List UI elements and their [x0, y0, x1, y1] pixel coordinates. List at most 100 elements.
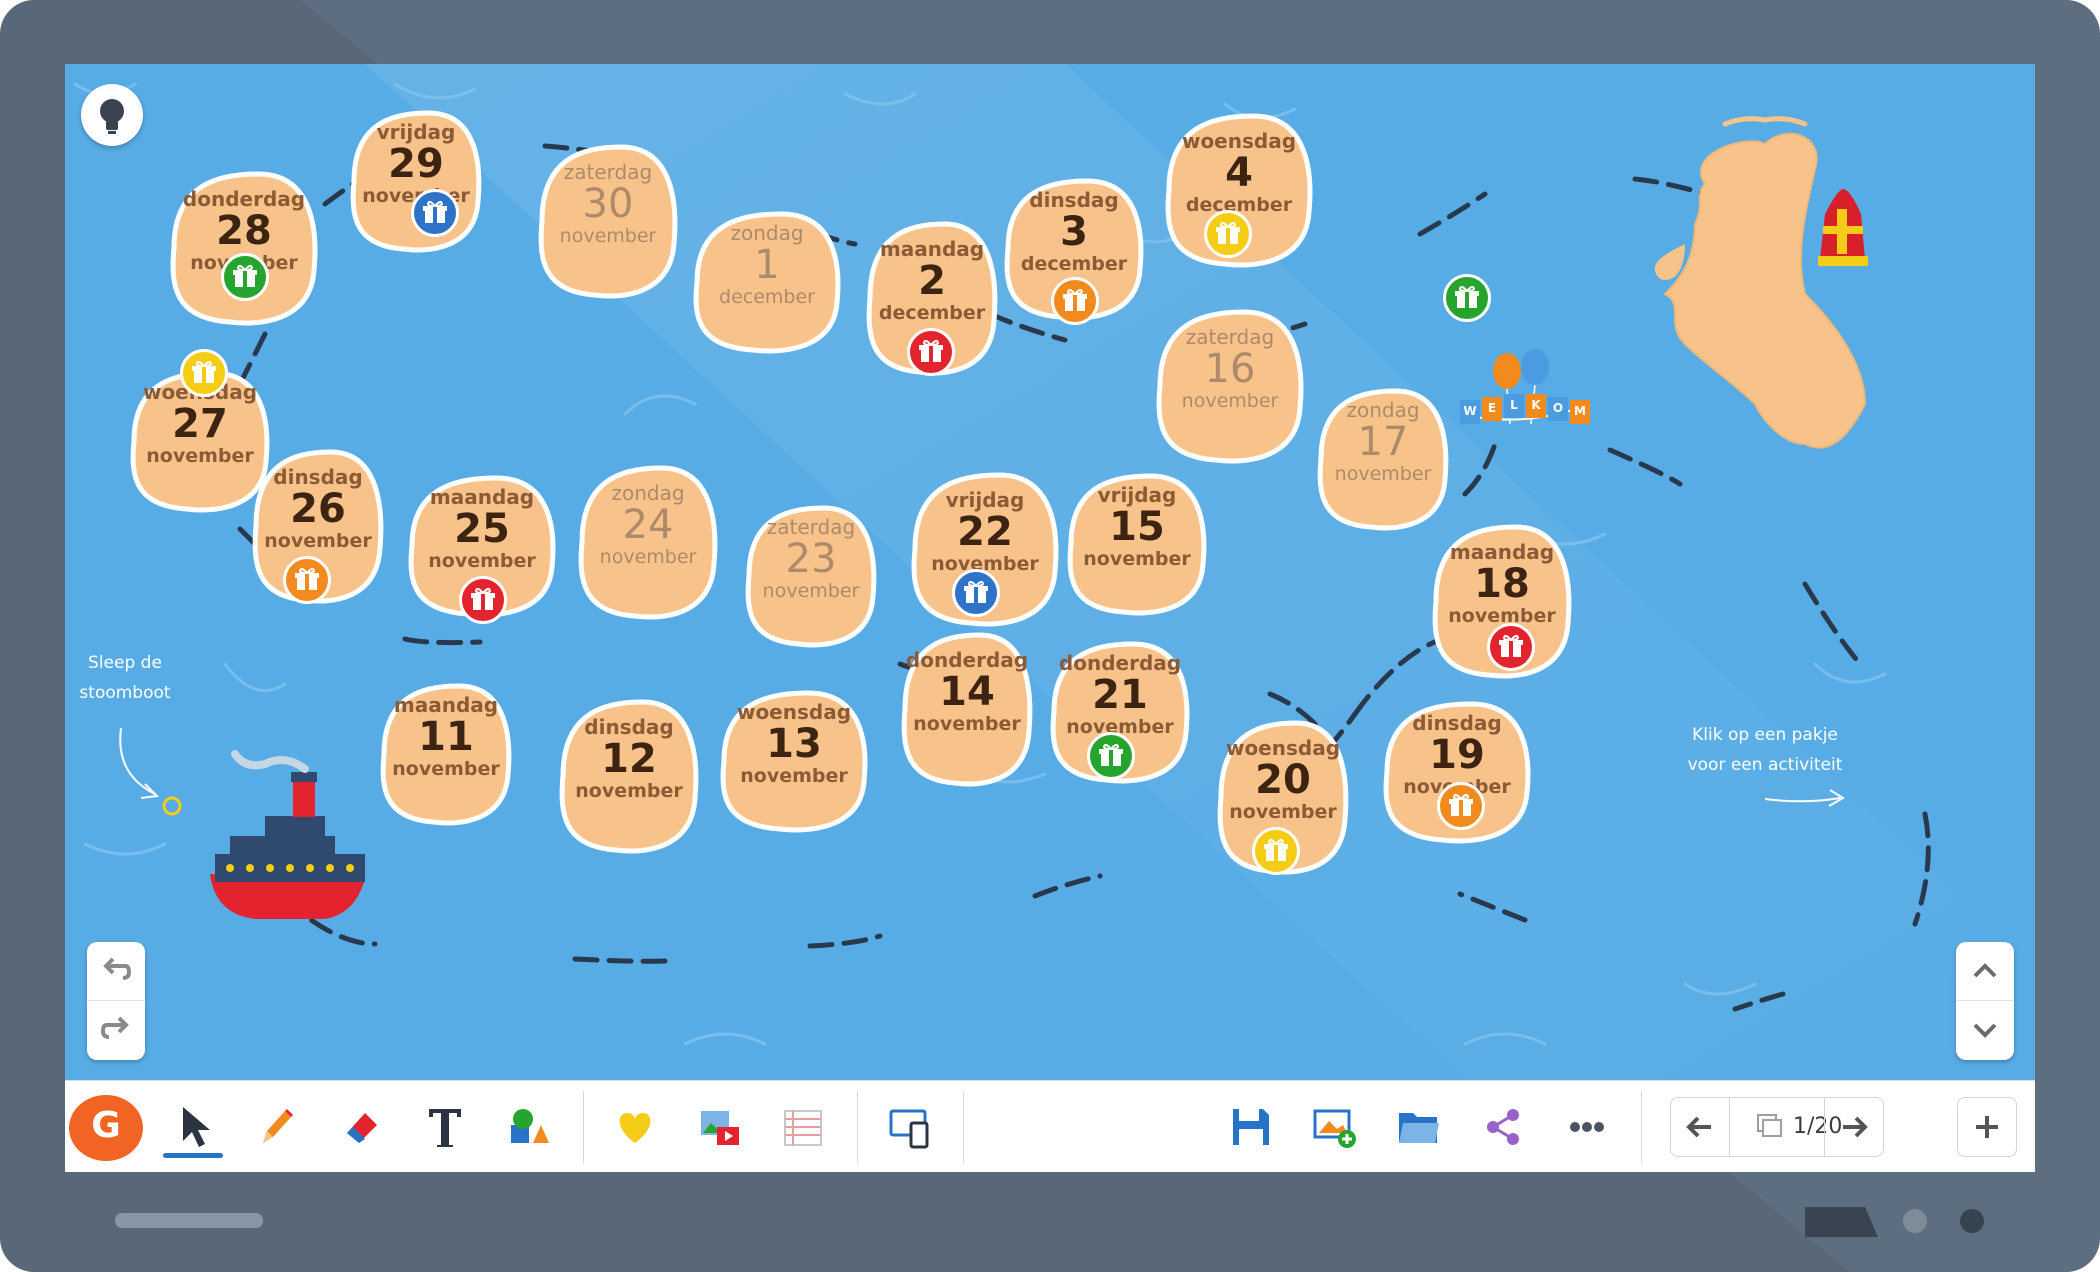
select-tool[interactable] — [163, 1097, 223, 1158]
banner-flag: K — [1526, 393, 1546, 418]
next-page-button[interactable] — [1824, 1098, 1883, 1156]
island-day: vrijdag — [945, 488, 1025, 512]
toolbar-divider — [583, 1091, 584, 1163]
open-folder-tool[interactable] — [1389, 1097, 1449, 1157]
island-month: november — [146, 445, 254, 467]
island-day: zondag — [730, 221, 804, 245]
island-month: november — [599, 546, 697, 568]
screen-share-tool[interactable] — [881, 1097, 941, 1157]
island-26-nov: dinsdag 26 november — [243, 466, 393, 552]
shapes-tool[interactable] — [499, 1097, 559, 1157]
island-day: woensdag — [1225, 736, 1341, 760]
island-month: december — [719, 286, 815, 308]
island-day: vrijdag — [1097, 483, 1177, 507]
notes-tool[interactable] — [773, 1097, 833, 1157]
share-icon — [1487, 1109, 1519, 1145]
redo-icon — [100, 1016, 129, 1039]
island-day: woensdag — [736, 700, 852, 724]
gift-button[interactable] — [1443, 274, 1491, 322]
banner-flag: E — [1482, 396, 1502, 421]
island-day: zaterdag — [766, 515, 856, 539]
gift-button[interactable] — [221, 253, 269, 301]
gift-icon — [1216, 221, 1240, 244]
gift-button[interactable] — [459, 576, 507, 624]
gift-button[interactable] — [1087, 732, 1135, 780]
gift-button[interactable] — [1051, 277, 1099, 325]
share-tool[interactable] — [1473, 1097, 1533, 1157]
island-day: donderdag — [905, 648, 1029, 672]
island-day: zaterdag — [1185, 325, 1275, 349]
whiteboard-screen: WELKOM maandag 11 november dinsdag 12 novembe… — [65, 64, 2035, 1172]
advent-calendar-board[interactable]: WELKOM maandag 11 november dinsdag 12 novembe… — [65, 64, 2035, 1080]
island-22-nov: vrijdag 22 november — [910, 489, 1060, 575]
favorites-tool[interactable] — [605, 1097, 665, 1157]
island-24-nov: zondag 24 november — [573, 482, 723, 568]
banner-flag: O — [1548, 396, 1568, 421]
gift-button[interactable] — [907, 328, 955, 376]
redo-button[interactable] — [87, 1001, 145, 1059]
island-month: november — [1083, 548, 1191, 570]
island-date: 18 — [1474, 561, 1530, 607]
add-image-icon — [1313, 1109, 1356, 1148]
gift-button[interactable] — [1487, 623, 1535, 671]
island-date: 24 — [622, 502, 674, 548]
island-date: 4 — [1225, 150, 1253, 196]
island-21-nov: donderdag 21 november — [1045, 652, 1195, 738]
pencil-icon — [263, 1109, 293, 1143]
scroll-up-button[interactable] — [1956, 942, 2014, 1001]
island-13-nov: woensdag 13 november — [719, 701, 869, 787]
text-tool[interactable] — [415, 1097, 475, 1157]
devices-icon — [889, 1109, 929, 1149]
gift-button[interactable] — [180, 349, 228, 397]
island-day: dinsdag — [584, 715, 674, 739]
undo-redo-group — [87, 942, 145, 1060]
gift-icon — [964, 580, 988, 603]
cursor-icon — [183, 1107, 210, 1147]
scroll-group — [1956, 942, 2014, 1060]
welkom-banner: WELKOM — [1460, 392, 1600, 428]
add-slide-tool[interactable] — [1305, 1097, 1365, 1157]
eraser-tool[interactable] — [331, 1097, 391, 1157]
undo-button[interactable] — [87, 942, 145, 1001]
island-day: dinsdag — [1029, 188, 1119, 212]
active-tool-indicator — [163, 1153, 223, 1158]
island-month: november — [1229, 801, 1337, 823]
island-date: 15 — [1109, 504, 1165, 550]
island-month: december — [1020, 253, 1128, 275]
banner-flag: L — [1504, 393, 1524, 418]
island-17-nov: zondag 17 november — [1308, 399, 1458, 485]
gift-icon — [423, 200, 447, 223]
folder-icon — [1399, 1113, 1439, 1143]
gift-button[interactable] — [1252, 827, 1300, 875]
page-navigator: 1/20 — [1670, 1097, 1884, 1157]
gift-button[interactable] — [952, 569, 1000, 617]
island-1-dec: zondag 1 december — [692, 222, 842, 308]
pen-tool[interactable] — [247, 1097, 307, 1157]
gift-icon — [1264, 838, 1288, 861]
tips-button[interactable] — [81, 84, 143, 146]
more-tool[interactable] — [1557, 1097, 1617, 1157]
island-month: november — [740, 765, 848, 787]
app-logo[interactable]: G — [69, 1095, 143, 1161]
bottom-toolbar: G 1/20 — [65, 1080, 2035, 1172]
island-20-nov: woensdag 20 november — [1208, 737, 1358, 823]
island-month: november — [428, 550, 536, 572]
gift-icon — [295, 567, 319, 590]
island-date: 20 — [1255, 757, 1311, 803]
gift-button[interactable] — [283, 556, 331, 604]
gift-icon — [919, 339, 943, 362]
media-tool[interactable] — [689, 1097, 749, 1157]
save-tool[interactable] — [1221, 1097, 1281, 1157]
island-29-nov: vrijdag 29 november — [341, 121, 491, 207]
gift-button[interactable] — [411, 189, 459, 237]
island-date: 28 — [216, 208, 272, 254]
scroll-down-button[interactable] — [1956, 1001, 2014, 1059]
chevron-down-icon — [1973, 1023, 1997, 1038]
gift-button[interactable] — [1204, 210, 1252, 258]
prev-page-button[interactable] — [1671, 1098, 1730, 1156]
gift-icon — [192, 360, 216, 383]
island-date: 26 — [290, 486, 346, 532]
gift-button[interactable] — [1437, 782, 1485, 830]
boat-hint: Sleep de stoomboot — [79, 653, 171, 703]
add-page-button[interactable] — [1957, 1097, 2017, 1157]
